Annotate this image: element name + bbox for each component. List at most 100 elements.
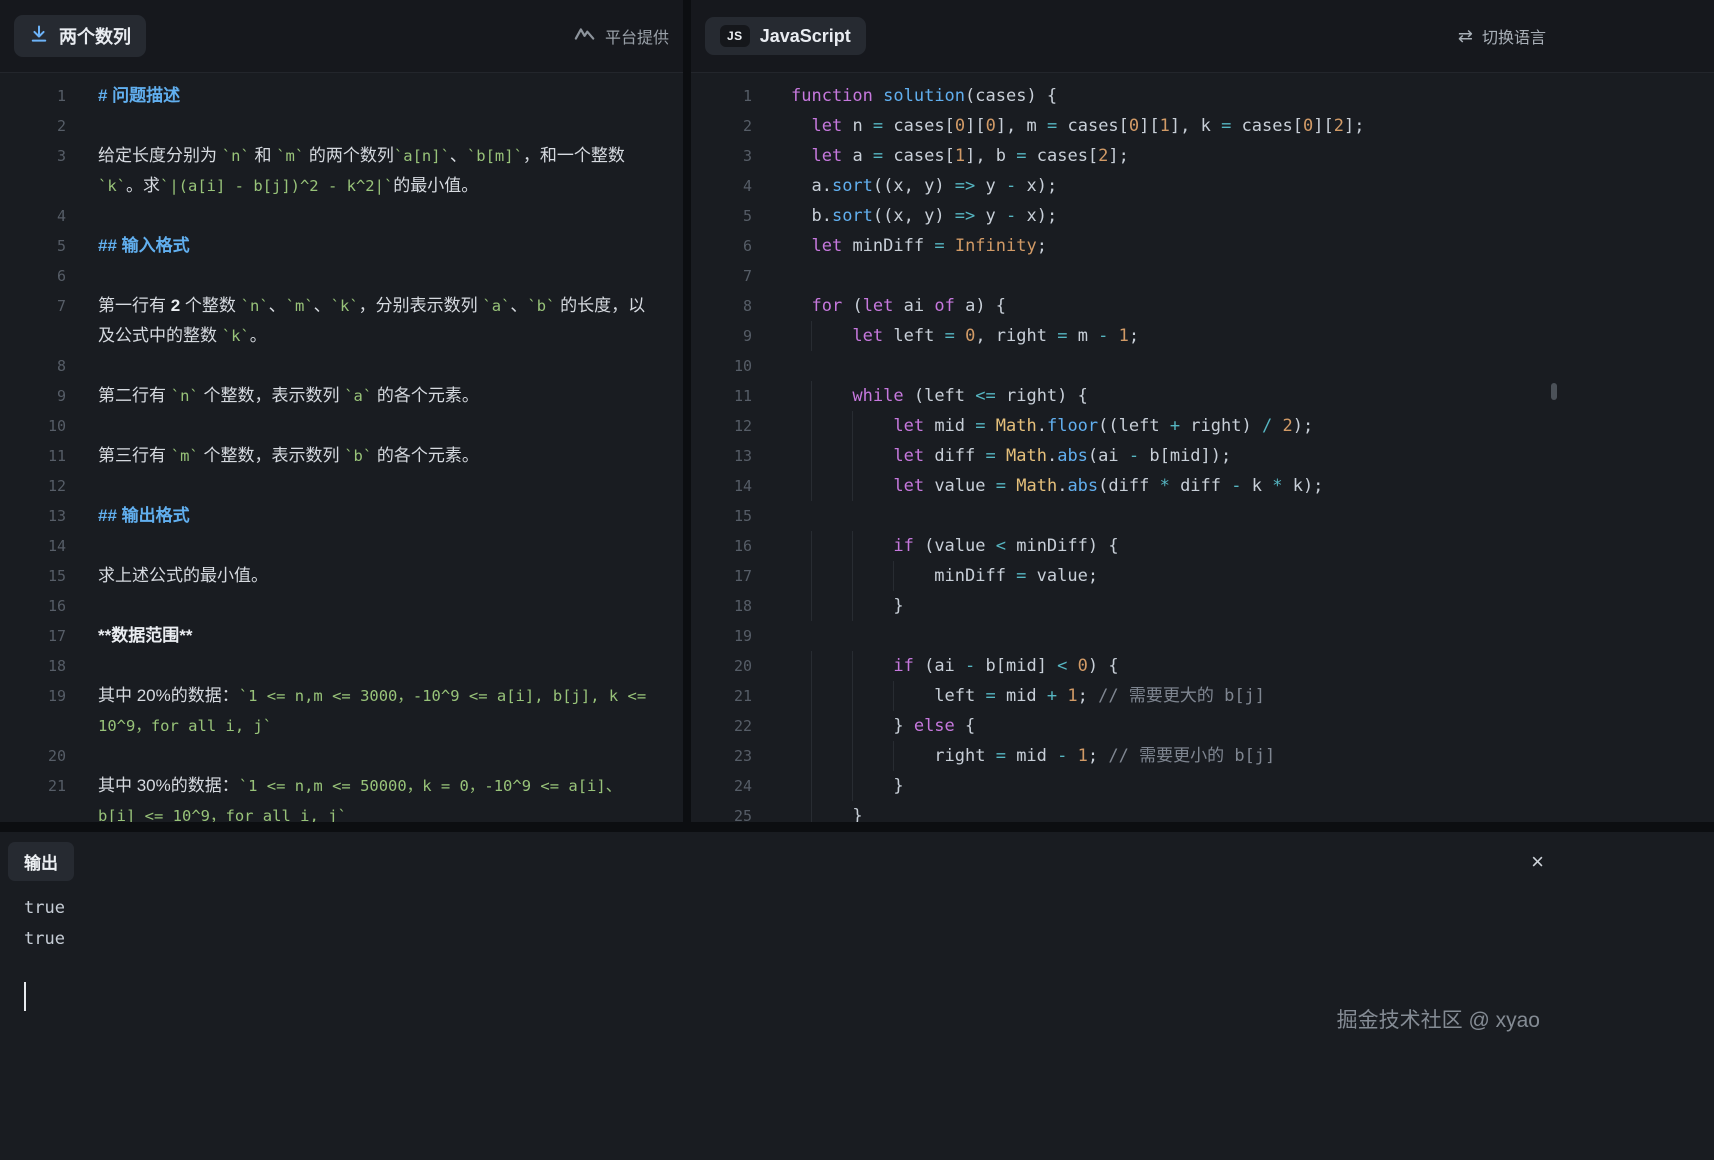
language-name: JavaScript [760, 26, 851, 47]
line-number: 12 [0, 471, 66, 501]
line-number: 14 [691, 471, 752, 501]
line-number: 7 [0, 291, 66, 321]
code-line: 8 for (let ai of a) { [691, 291, 1714, 321]
code-line: 1function solution(cases) { [691, 81, 1714, 111]
code-line: 3 let a = cases[1], b = cases[2]; [691, 141, 1714, 171]
editor-scrollbar[interactable] [1551, 383, 1557, 400]
code-line: 15 [691, 501, 1714, 531]
code-line: 5 b.sort((x, y) => y - x); [691, 201, 1714, 231]
indent-guide [852, 471, 853, 501]
code-line: 23 right = mid - 1; // 需要更小的 b[j] [691, 741, 1714, 771]
line-number: 16 [0, 591, 66, 621]
indent-guide [811, 561, 812, 591]
indent-guide [811, 441, 812, 471]
line-number: 7 [691, 261, 752, 291]
md-line-content [98, 411, 658, 441]
platform-provider: 平台提供 [574, 24, 669, 48]
line-number: 6 [0, 261, 66, 291]
editor-header: JS JavaScript ⇄ 切换语言 [691, 0, 1714, 73]
code-line: 4 a.sort((x, y) => y - x); [691, 171, 1714, 201]
close-icon[interactable]: × [1531, 851, 1544, 873]
code-line: 21 left = mid + 1; // 需要更大的 b[j] [691, 681, 1714, 711]
md-line: 11第三行有 `m` 个整数，表示数列 `b` 的各个元素。 [0, 441, 683, 471]
code-editor[interactable]: 1function solution(cases) {2 let n = cas… [691, 73, 1714, 822]
md-line-content [98, 261, 658, 291]
md-line: 20 [0, 741, 683, 771]
line-number: 11 [691, 381, 752, 411]
language-chip[interactable]: JS JavaScript [705, 17, 866, 55]
output-line: true [24, 924, 1714, 955]
md-line-content: 第一行有 2 个整数 `n`、`m`、`k`，分别表示数列 `a`、`b` 的长… [98, 291, 658, 351]
indent-guide [893, 681, 894, 711]
indent-guide [852, 651, 853, 681]
md-line: 13## 输出格式 [0, 501, 683, 531]
line-number: 8 [0, 351, 66, 381]
code-line: 20 if (ai - b[mid] < 0) { [691, 651, 1714, 681]
line-number: 14 [0, 531, 66, 561]
md-line-content: **数据范围** [98, 621, 658, 651]
md-line-content: 求上述公式的最小值。 [98, 561, 658, 591]
line-number: 18 [691, 591, 752, 621]
line-number: 1 [691, 81, 752, 111]
switch-arrows-icon: ⇄ [1458, 27, 1473, 45]
line-number: 4 [691, 171, 752, 201]
javascript-icon: JS [720, 25, 750, 47]
platform-logo-icon [574, 26, 596, 47]
md-line-content [98, 651, 658, 681]
problem-panel: 两个数列 平台提供 1# 问题描述23给定长度分别为 `n` 和 `m` 的两个… [0, 0, 683, 822]
md-line: 18 [0, 651, 683, 681]
md-line: 4 [0, 201, 683, 231]
indent-guide [811, 801, 812, 822]
line-number: 4 [0, 201, 66, 231]
code-line-content: if (value < minDiff) { [791, 531, 1119, 561]
problem-description[interactable]: 1# 问题描述23给定长度分别为 `n` 和 `m` 的两个数列`a[n]`、`… [0, 73, 683, 822]
code-line-content: minDiff = value; [791, 561, 1098, 591]
line-number: 24 [691, 771, 752, 801]
md-line: 12 [0, 471, 683, 501]
md-line: 15求上述公式的最小值。 [0, 561, 683, 591]
code-line-content: left = mid + 1; // 需要更大的 b[j] [791, 681, 1265, 711]
code-line: 16 if (value < minDiff) { [691, 531, 1714, 561]
code-line: 22 } else { [691, 711, 1714, 741]
code-line-content: right = mid - 1; // 需要更小的 b[j] [791, 741, 1275, 771]
code-line-content: a.sort((x, y) => y - x); [791, 171, 1057, 201]
output-console: 输出 × truetrue 掘金技术社区 @ xyao [0, 832, 1714, 1160]
switch-language-button[interactable]: ⇄ 切换语言 [1458, 24, 1546, 48]
md-line-content: 第二行有 `n` 个整数，表示数列 `a` 的各个元素。 [98, 381, 658, 411]
indent-guide [852, 441, 853, 471]
code-line-content: } [791, 771, 904, 801]
md-line: 8 [0, 351, 683, 381]
md-line-content [98, 111, 658, 141]
md-line: 3给定长度分别为 `n` 和 `m` 的两个数列`a[n]`、`b[m]`，和一… [0, 141, 683, 201]
indent-guide [852, 411, 853, 441]
problem-header: 两个数列 平台提供 [0, 0, 683, 73]
line-number: 17 [691, 561, 752, 591]
problem-title-chip[interactable]: 两个数列 [14, 15, 146, 57]
indent-guide [811, 741, 812, 771]
line-number: 25 [691, 801, 752, 822]
md-line: 5## 输入格式 [0, 231, 683, 261]
watermark: 掘金技术社区 @ xyao [1337, 1004, 1540, 1034]
indent-guide [852, 741, 853, 771]
indent-guide [852, 771, 853, 801]
code-line: 13 let diff = Math.abs(ai - b[mid]); [691, 441, 1714, 471]
line-number: 12 [691, 411, 752, 441]
md-line-content: 第三行有 `m` 个整数，表示数列 `b` 的各个元素。 [98, 441, 658, 471]
code-line-content: let mid = Math.floor((left + right) / 2)… [791, 411, 1313, 441]
md-line: 9第二行有 `n` 个整数，表示数列 `a` 的各个元素。 [0, 381, 683, 411]
code-line: 2 let n = cases[0][0], m = cases[0][1], … [691, 111, 1714, 141]
code-line: 9 let left = 0, right = m - 1; [691, 321, 1714, 351]
code-line-content: let value = Math.abs(diff * diff - k * k… [791, 471, 1323, 501]
code-line: 17 minDiff = value; [691, 561, 1714, 591]
md-line: 1# 问题描述 [0, 81, 683, 111]
md-line: 19其中 20%的数据：`1 <= n,m <= 3000，-10^9 <= a… [0, 681, 683, 741]
output-tab[interactable]: 输出 [8, 842, 74, 881]
code-line-content: let minDiff = Infinity; [791, 231, 1047, 261]
indent-guide [811, 321, 812, 351]
code-line-content: if (ai - b[mid] < 0) { [791, 651, 1119, 681]
code-line-content: b.sort((x, y) => y - x); [791, 201, 1057, 231]
code-line: 12 let mid = Math.floor((left + right) /… [691, 411, 1714, 441]
line-number: 20 [0, 741, 66, 771]
md-line: 2 [0, 111, 683, 141]
console-caret[interactable] [24, 982, 26, 1011]
